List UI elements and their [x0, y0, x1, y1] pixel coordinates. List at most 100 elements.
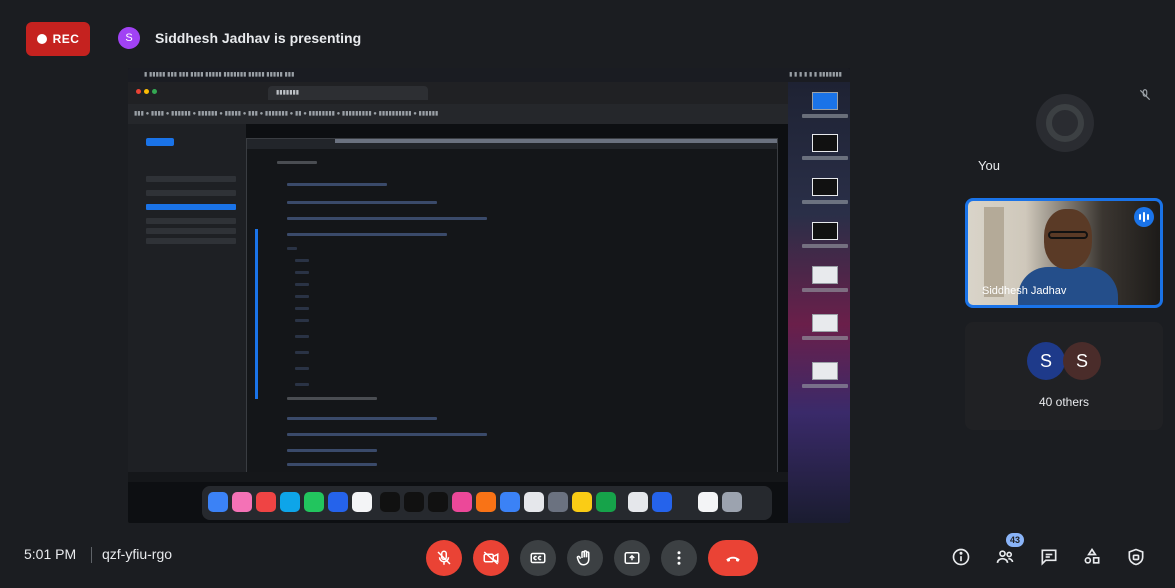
app-icon — [452, 492, 472, 512]
activities-button[interactable] — [1081, 546, 1103, 568]
others-tile[interactable]: S S 40 others — [965, 322, 1163, 430]
panel-row — [146, 238, 236, 244]
meeting-info-icon — [952, 548, 970, 566]
self-tile-label: You — [978, 158, 1000, 173]
meeting-code: qzf-yfiu-rgo — [102, 546, 173, 562]
desktop-thumbnail — [812, 222, 838, 240]
other-participant-avatar: S — [1063, 342, 1101, 380]
desktop-caption — [802, 244, 848, 248]
mic-off-indicator-icon — [1138, 88, 1152, 102]
end-call-icon — [726, 556, 740, 562]
mac-menu-items: ▮ ▮▮▮▮▮ ▮▮▮ ▮▮▮ ▮▮▮▮ ▮▮▮▮▮ ▮▮▮▮▮▮▮ ▮▮▮▮▮… — [144, 72, 295, 78]
desktop-caption — [802, 384, 848, 388]
code-line — [295, 351, 309, 354]
video-background — [984, 207, 1004, 297]
code-line — [287, 397, 377, 400]
activities-icon — [1084, 547, 1100, 564]
captions-icon — [530, 552, 546, 564]
code-line — [295, 283, 309, 286]
code-line — [287, 217, 487, 220]
camera-off-icon — [483, 551, 499, 565]
app-icon — [524, 492, 544, 512]
present-screen-icon — [624, 552, 640, 564]
self-avatar-ring — [1046, 104, 1084, 142]
recording-dot-icon — [36, 34, 47, 44]
people-count-badge: 43 — [1006, 533, 1024, 547]
bookmarks-bar: ▮▮▮ ● ▮▮▮▮ ● ▮▮▮▮▮▮ ● ▮▮▮▮▮▮ ● ▮▮▮▮▮ ● ▮… — [128, 104, 788, 124]
speaker-video-tile[interactable]: Siddhesh Jadhav — [965, 198, 1163, 308]
camera-toggle-button[interactable] — [473, 540, 509, 576]
recording-label: REC — [52, 32, 80, 46]
captions-button[interactable] — [520, 540, 556, 576]
code-line — [287, 183, 387, 186]
raise-hand-icon — [576, 550, 590, 566]
raise-hand-button[interactable] — [567, 540, 603, 576]
browser-tab-strip: ▮▮▮▮▮▮▮ — [128, 82, 788, 104]
desktop-thumbnail — [812, 362, 838, 380]
mac-menubar: ▮ ▮▮▮▮▮ ▮▮▮ ▮▮▮ ▮▮▮▮ ▮▮▮▮▮ ▮▮▮▮▮▮▮ ▮▮▮▮▮… — [128, 68, 850, 82]
people-icon — [996, 550, 1014, 563]
desktop-caption — [802, 288, 848, 292]
code-line — [295, 383, 309, 386]
bookmark-items: ▮▮▮ ● ▮▮▮▮ ● ▮▮▮▮▮▮ ● ▮▮▮▮▮▮ ● ▮▮▮▮▮ ● ▮… — [134, 111, 439, 117]
desktop-thumbnail — [812, 178, 838, 196]
speaking-indicator-icon — [1134, 207, 1154, 227]
app-icon — [232, 492, 252, 512]
finder-icon — [208, 492, 228, 512]
code-line — [295, 307, 309, 310]
code-line — [295, 319, 309, 322]
chat-button[interactable] — [1038, 546, 1060, 568]
code-line — [287, 201, 437, 204]
shared-screen: ▮ ▮▮▮▮▮ ▮▮▮ ▮▮▮ ▮▮▮▮ ▮▮▮▮▮ ▮▮▮▮▮▮▮ ▮▮▮▮▮… — [128, 68, 850, 523]
more-options-button[interactable] — [661, 540, 697, 576]
host-controls-icon — [1128, 548, 1144, 566]
code-line — [287, 449, 377, 452]
desktop-thumbnail — [812, 92, 838, 110]
notes-icon — [572, 492, 592, 512]
desktop-caption — [802, 200, 848, 204]
safari-icon — [280, 492, 300, 512]
desktop-thumbnail — [812, 314, 838, 332]
recording-badge: REC — [26, 22, 90, 56]
panel-row — [146, 228, 236, 234]
host-controls-button[interactable] — [1125, 546, 1147, 568]
desktop-caption — [802, 114, 848, 118]
app-icon — [404, 492, 424, 512]
code-line — [295, 335, 309, 338]
app-icon — [428, 492, 448, 512]
desktop-screenshot-stack — [788, 82, 850, 523]
mic-off-icon — [437, 550, 451, 565]
presenter-avatar: S — [118, 27, 140, 49]
panel-row — [146, 190, 236, 196]
end-call-button[interactable] — [708, 540, 758, 576]
code-line — [287, 233, 447, 236]
code-line — [287, 463, 377, 466]
editor-file-panel — [128, 124, 246, 480]
panel-row — [146, 218, 236, 224]
editor-status-bar — [128, 472, 788, 482]
code-line — [295, 259, 309, 262]
mac-status-icons: ▮ ▮ ▮ ▮ ▮ ▮ ▮▮▮▮▮▮▮ — [789, 72, 842, 78]
meeting-clock: 5:01 PM — [24, 546, 77, 562]
desktop-caption — [802, 156, 848, 160]
code-line — [295, 271, 309, 274]
code-line — [287, 247, 297, 250]
app-icon — [596, 492, 616, 512]
app-icon — [304, 492, 324, 512]
editor-scroll-strip — [335, 139, 777, 143]
present-screen-button[interactable] — [614, 540, 650, 576]
others-count-label: 40 others — [1038, 395, 1090, 409]
footer-divider — [91, 547, 92, 563]
video-person — [1044, 209, 1092, 269]
code-line — [287, 417, 437, 420]
mic-toggle-button[interactable] — [426, 540, 462, 576]
desktop-thumbnail — [812, 266, 838, 284]
browser-active-tab: ▮▮▮▮▮▮▮ — [268, 86, 428, 100]
code-line — [287, 433, 487, 436]
document-icon — [628, 492, 648, 512]
people-button[interactable] — [994, 546, 1016, 568]
meeting-info-button[interactable] — [950, 546, 972, 568]
chat-icon — [1041, 549, 1057, 566]
editor-selection-gutter — [255, 229, 258, 399]
panel-row-selected — [146, 204, 236, 210]
